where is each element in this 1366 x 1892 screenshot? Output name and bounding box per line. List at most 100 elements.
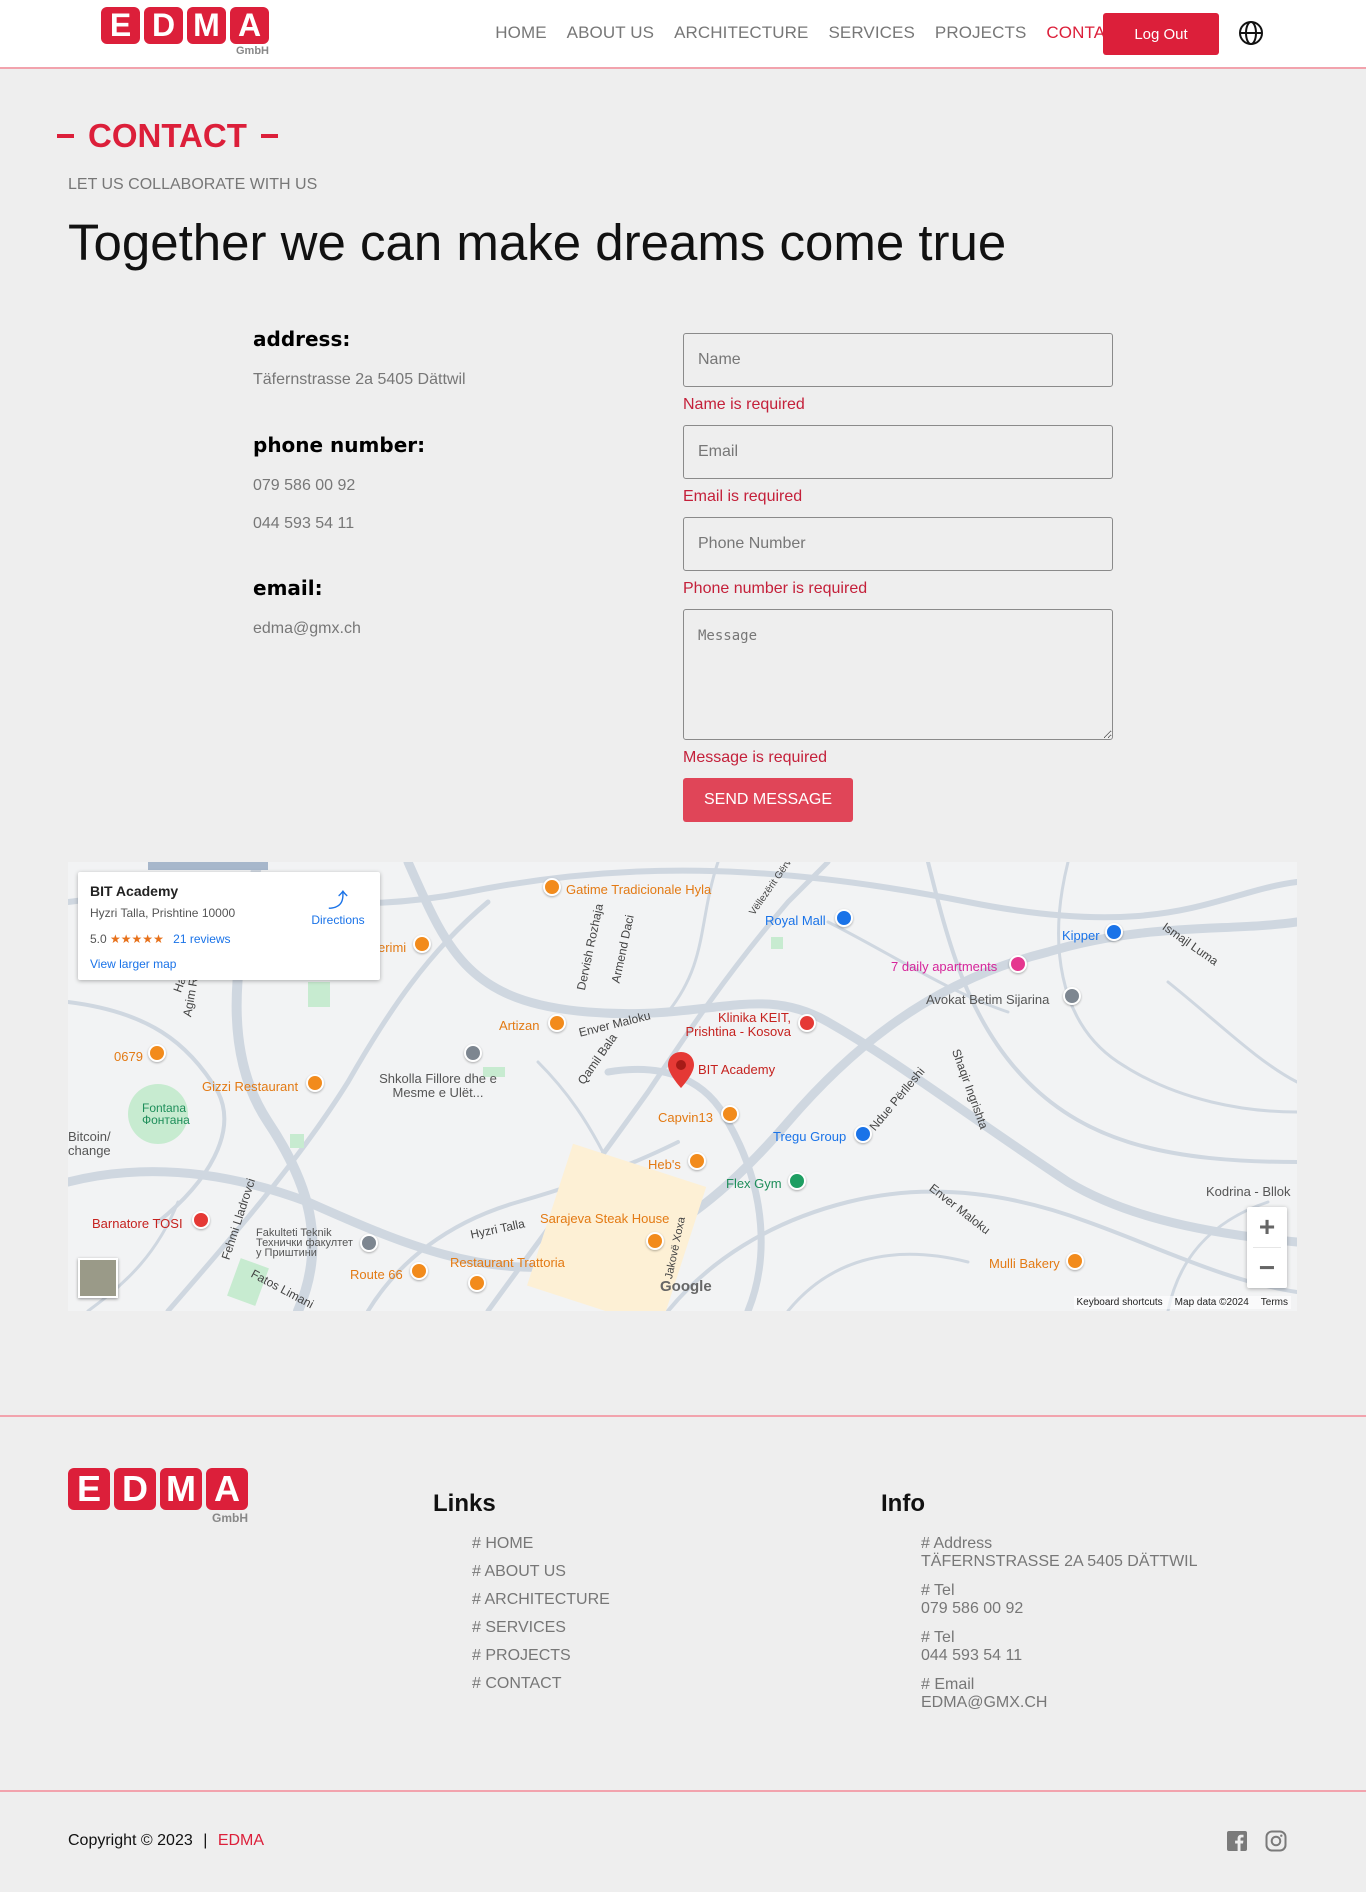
- poi-label[interactable]: 7 daily apartments: [891, 959, 997, 974]
- message-textarea[interactable]: [683, 609, 1113, 740]
- email-value: edma@gmx.ch: [253, 620, 361, 637]
- poi-label[interactable]: Route 66: [350, 1267, 403, 1282]
- footer-link-services[interactable]: # SERVICES: [472, 1619, 610, 1647]
- logo-letter: A: [230, 7, 269, 44]
- view-larger-map-link[interactable]: View larger map: [90, 957, 176, 971]
- globe-icon[interactable]: [1238, 20, 1264, 46]
- poi-label[interactable]: Capvin13: [658, 1110, 713, 1125]
- footer-link-architecture[interactable]: # ARCHITECTURE: [472, 1591, 610, 1619]
- poi-label[interactable]: Fakulteti Teknik Технички факултет у При…: [256, 1228, 356, 1259]
- google-logo: Google: [660, 1278, 712, 1295]
- poi-label[interactable]: Mulli Bakery: [989, 1256, 1060, 1271]
- restaurant-pin-icon[interactable]: [543, 878, 561, 896]
- footer-links-heading: Links: [433, 1490, 496, 1517]
- address-value: Täfernstrasse 2a 5405 Dättwil: [253, 371, 466, 388]
- place-rating: 5.0 ★★★★★ 21 reviews: [90, 932, 231, 946]
- facebook-icon[interactable]: [1226, 1830, 1248, 1852]
- poi-label[interactable]: Avokat Betim Sijarina: [926, 992, 1049, 1007]
- poi-label[interactable]: erimi: [378, 940, 406, 955]
- section-title-text: CONTACT: [88, 117, 247, 154]
- copyright-brand-link[interactable]: EDMA: [218, 1832, 264, 1849]
- brand-logo[interactable]: E D M A GmbH: [101, 7, 269, 57]
- nav-about-us[interactable]: ABOUT US: [567, 23, 654, 43]
- poi-label[interactable]: Artizan: [499, 1018, 539, 1033]
- logout-button[interactable]: Log Out: [1103, 13, 1219, 55]
- footer-info-tel-2: # Tel 044 593 54 11: [921, 1629, 1198, 1665]
- school-pin-icon[interactable]: [360, 1234, 378, 1252]
- reviews-link[interactable]: 21 reviews: [173, 932, 230, 946]
- poi-label[interactable]: Klinika KEIT, Prishtina - Kosova: [681, 1011, 792, 1039]
- footer-link-contact[interactable]: # CONTACT: [472, 1675, 610, 1703]
- restaurant-pin-icon[interactable]: [413, 935, 431, 953]
- restaurant-pin-icon[interactable]: [646, 1232, 664, 1250]
- title-dash-right: [260, 134, 278, 138]
- terms-link[interactable]: Terms: [1261, 1297, 1288, 1308]
- directions-button[interactable]: ⤴ Directions: [308, 884, 368, 927]
- send-message-button[interactable]: SEND MESSAGE: [683, 778, 853, 822]
- hotel-pin-icon[interactable]: [1009, 955, 1027, 973]
- footer-logo[interactable]: E D M A GmbH: [68, 1468, 248, 1525]
- nav-architecture[interactable]: ARCHITECTURE: [674, 23, 808, 43]
- name-input[interactable]: [683, 333, 1113, 387]
- email-input[interactable]: [683, 425, 1113, 479]
- zoom-out-button[interactable]: −: [1247, 1248, 1287, 1288]
- restaurant-pin-icon[interactable]: [410, 1262, 428, 1280]
- footer-links-list: # HOME # ABOUT US # ARCHITECTURE # SERVI…: [472, 1535, 610, 1703]
- map-embed[interactable]: Gatime Tradicionale Hyla Royal Mall Kipp…: [68, 862, 1297, 1311]
- email-label: email:: [253, 576, 323, 600]
- poi-label[interactable]: Flex Gym: [726, 1176, 782, 1191]
- keyboard-shortcuts-link[interactable]: Keyboard shortcuts: [1077, 1297, 1163, 1308]
- restaurant-pin-icon[interactable]: [721, 1105, 739, 1123]
- nav-home[interactable]: HOME: [495, 23, 546, 43]
- school-pin-icon[interactable]: [464, 1044, 482, 1062]
- poi-label[interactable]: Tregu Group: [773, 1129, 846, 1144]
- restaurant-pin-icon[interactable]: [548, 1014, 566, 1032]
- restaurant-pin-icon[interactable]: [468, 1274, 486, 1292]
- copyright-text: Copyright © 2023: [68, 1832, 193, 1849]
- cafe-pin-icon[interactable]: [148, 1044, 166, 1062]
- instagram-icon[interactable]: [1265, 1830, 1287, 1852]
- satellite-layer-toggle[interactable]: [78, 1258, 118, 1298]
- footer-link-projects[interactable]: # PROJECTS: [472, 1647, 610, 1675]
- shopping-pin-icon[interactable]: [854, 1125, 872, 1143]
- footer-link-about-us[interactable]: # ABOUT US: [472, 1563, 610, 1591]
- footer-link-home[interactable]: # HOME: [472, 1535, 610, 1563]
- poi-label[interactable]: Restaurant Trattoria: [450, 1255, 565, 1270]
- poi-label[interactable]: Kodrina - Bllok: [1206, 1184, 1291, 1199]
- poi-label[interactable]: Sarajeva Steak House: [540, 1211, 669, 1226]
- phone-value-1: 079 586 00 92: [253, 477, 356, 494]
- phone-error: Phone number is required: [683, 580, 868, 597]
- poi-label[interactable]: Shkolla Fillore dhe e Mesme e Ulët...: [368, 1072, 508, 1100]
- nav-projects[interactable]: PROJECTS: [935, 23, 1026, 43]
- poi-label-selected[interactable]: BIT Academy: [698, 1062, 775, 1077]
- gym-pin-icon[interactable]: [788, 1172, 806, 1190]
- hospital-pin-icon[interactable]: [798, 1014, 816, 1032]
- poi-label[interactable]: Gatime Tradicionale Hyla: [566, 882, 711, 897]
- poi-label[interactable]: Heb's: [648, 1157, 681, 1172]
- pharmacy-pin-icon[interactable]: [192, 1211, 210, 1229]
- logo-letter: D: [114, 1468, 156, 1510]
- restaurant-pin-icon[interactable]: [306, 1074, 324, 1092]
- footer-info-email: # Email EDMA@GMX.CH: [921, 1676, 1198, 1712]
- office-pin-icon[interactable]: [1063, 987, 1081, 1005]
- info-value: EDMA@GMX.CH: [921, 1694, 1048, 1711]
- poi-label[interactable]: Bitcoin/ change: [68, 1130, 128, 1158]
- shopping-pin-icon[interactable]: [1105, 923, 1123, 941]
- poi-label[interactable]: Royal Mall: [765, 913, 826, 928]
- poi-label[interactable]: Gizzi Restaurant: [202, 1079, 298, 1094]
- nav-services[interactable]: SERVICES: [828, 23, 914, 43]
- bakery-pin-icon[interactable]: [1066, 1252, 1084, 1270]
- email-error: Email is required: [683, 488, 803, 505]
- poi-label[interactable]: Kipper: [1062, 928, 1100, 943]
- phone-input[interactable]: [683, 517, 1113, 571]
- restaurant-pin-icon[interactable]: [688, 1152, 706, 1170]
- shopping-pin-icon[interactable]: [835, 909, 853, 927]
- location-marker-icon[interactable]: [668, 1052, 694, 1088]
- poi-label[interactable]: 0679: [114, 1049, 143, 1064]
- copyright: Copyright © 2023 | EDMA: [68, 1832, 264, 1850]
- top-navbar: E D M A GmbH HOME ABOUT US ARCHITECTURE …: [0, 0, 1366, 69]
- title-dash-left: [57, 134, 74, 138]
- poi-label[interactable]: Barnatore TOSI: [92, 1216, 183, 1231]
- zoom-in-button[interactable]: +: [1247, 1207, 1287, 1247]
- poi-label[interactable]: Fontana Фонтана: [142, 1102, 190, 1126]
